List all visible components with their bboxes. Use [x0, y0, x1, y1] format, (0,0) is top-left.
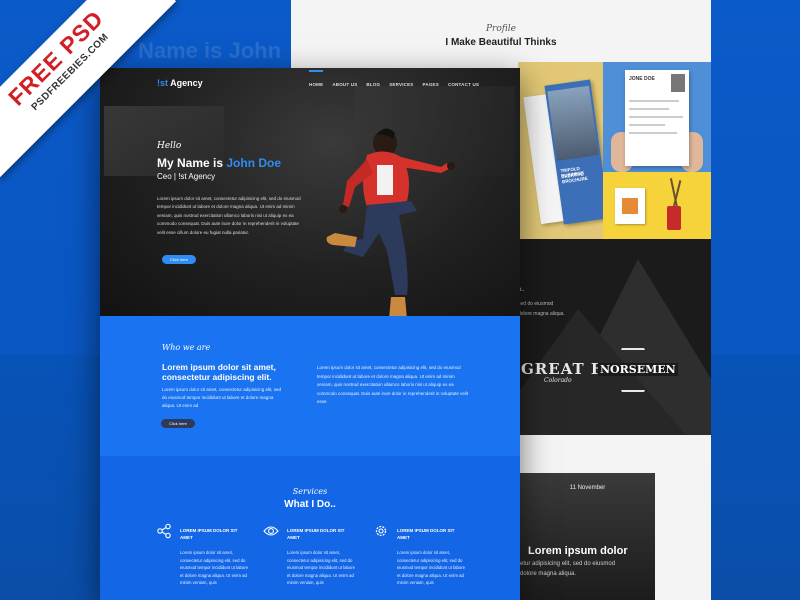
- norsemen-logo: NORSEMEN: [598, 363, 678, 376]
- who-heading-line1: Lorem ipsum dolor sit amet,: [162, 362, 276, 372]
- hero-paragraph: Lorem ipsum dolor sit amet, consectetur …: [157, 196, 301, 235]
- who-click-button[interactable]: Click here: [161, 419, 195, 428]
- who-we-are-label: Who we are: [162, 343, 211, 352]
- resume-line: [629, 100, 679, 102]
- service-heading: LOREM IPSUM DOLOR SIT AMET: [287, 528, 345, 540]
- service-text: Lorem ipsum dolor sit amet, consectetur …: [180, 550, 249, 585]
- gear-icon: [375, 525, 387, 537]
- frame-artwork: [622, 198, 638, 214]
- portfolio-frame-tile[interactable]: [603, 172, 711, 239]
- portfolio-resume-tile[interactable]: JONE DOE: [603, 62, 711, 172]
- front-page-mockup: !st Agency HOME ABOUT US BLOG SERVICES P…: [100, 68, 520, 600]
- resume-line: [629, 116, 683, 118]
- service-heading: LOREM IPSUM DOLOR SIT AMET: [180, 528, 238, 540]
- hero-title: My Name is John Doe: [157, 156, 281, 170]
- resume-line: [629, 124, 665, 126]
- service-heading: LOREM IPSUM DOLOR SIT AMET: [397, 528, 455, 540]
- blog-post-card[interactable]: 11 November Lorem ipsum dolor etur adipi…: [520, 473, 655, 600]
- background-ghost-text: Name is John: [138, 38, 282, 63]
- nav-item-about-us[interactable]: ABOUT US: [332, 82, 357, 87]
- hero-greeting: Hello: [157, 141, 182, 151]
- profile-title: I Make Beautiful Thinks: [445, 37, 557, 48]
- brand-logo[interactable]: !st Agency: [157, 78, 203, 88]
- clients-dark-band: [518, 239, 711, 435]
- service-text: Lorem ipsum dolor sit amet, consectetur …: [287, 550, 356, 585]
- portfolio-brochure-tile[interactable]: TRIFOLD BUSINESS CREATIVE BROCHURE: [518, 62, 603, 239]
- who-we-are-section: Who we are Lorem ipsum dolor sit amet, c…: [100, 316, 520, 456]
- nav-item-services[interactable]: SERVICES: [389, 82, 413, 87]
- who-right-paragraph: Lorem ipsum dolor sit amet, consectetur …: [317, 365, 469, 404]
- profile-script-label: Profile: [486, 24, 516, 34]
- clients-text-fragment: sed do eiusmod: [518, 301, 554, 307]
- blog-post-excerpt: etur adipisicing elit, sed do eiusmod: [520, 561, 616, 567]
- hero-subtitle: Ceo | !st Agency: [157, 172, 216, 181]
- resume-photo: [671, 74, 685, 92]
- hero-click-button[interactable]: Click here: [162, 255, 196, 264]
- services-title: What I Do..: [284, 499, 336, 510]
- who-heading-line2: consectetur adipiscing elit.: [162, 372, 272, 382]
- eye-icon: [263, 526, 279, 536]
- services-label: Services: [292, 487, 328, 496]
- brand-prefix: !st: [157, 78, 168, 88]
- clients-text-fragment: dolore magna aliqua.: [518, 311, 565, 317]
- who-left-paragraph: Lorem ipsum dolor sit amet, consectetur …: [162, 387, 282, 408]
- service-text: Lorem ipsum dolor sit amet, consectetur …: [397, 550, 466, 585]
- picture-frame: [615, 188, 645, 224]
- city-photo: [547, 85, 599, 161]
- hero-title-prefix: My Name is: [157, 156, 227, 170]
- main-nav: HOME ABOUT US BLOG SERVICES PAGES CONTAC…: [309, 70, 479, 87]
- blog-post-image: [520, 473, 655, 600]
- nav-item-contact-us[interactable]: CONTACT US: [448, 82, 479, 87]
- vase: [667, 206, 681, 230]
- dancer-photo: [326, 128, 455, 322]
- brand-suffix: Agency: [168, 78, 203, 88]
- blog-post-title: Lorem ipsum dolor: [528, 545, 628, 557]
- resume-line: [629, 132, 677, 134]
- hero-section: !st Agency HOME ABOUT US BLOG SERVICES P…: [100, 68, 520, 322]
- blog-post-excerpt: dolore magna aliqua.: [520, 571, 577, 577]
- resume-paper: JONE DOE: [625, 70, 689, 166]
- hero-title-name: John Doe: [226, 156, 282, 170]
- blog-post-date: 11 November: [569, 485, 606, 491]
- nav-item-pages[interactable]: PAGES: [423, 82, 439, 87]
- share-icon: [157, 523, 171, 539]
- resume-name: JONE DOE: [629, 76, 655, 82]
- nav-item-blog[interactable]: BLOG: [366, 82, 380, 87]
- great-falls-logo-subtitle: Colorado: [544, 377, 572, 384]
- resume-line: [629, 108, 669, 110]
- nav-item-home[interactable]: HOME: [309, 70, 324, 87]
- services-section: Services What I Do.. LOREM IPSUM DOLOR S…: [100, 456, 520, 600]
